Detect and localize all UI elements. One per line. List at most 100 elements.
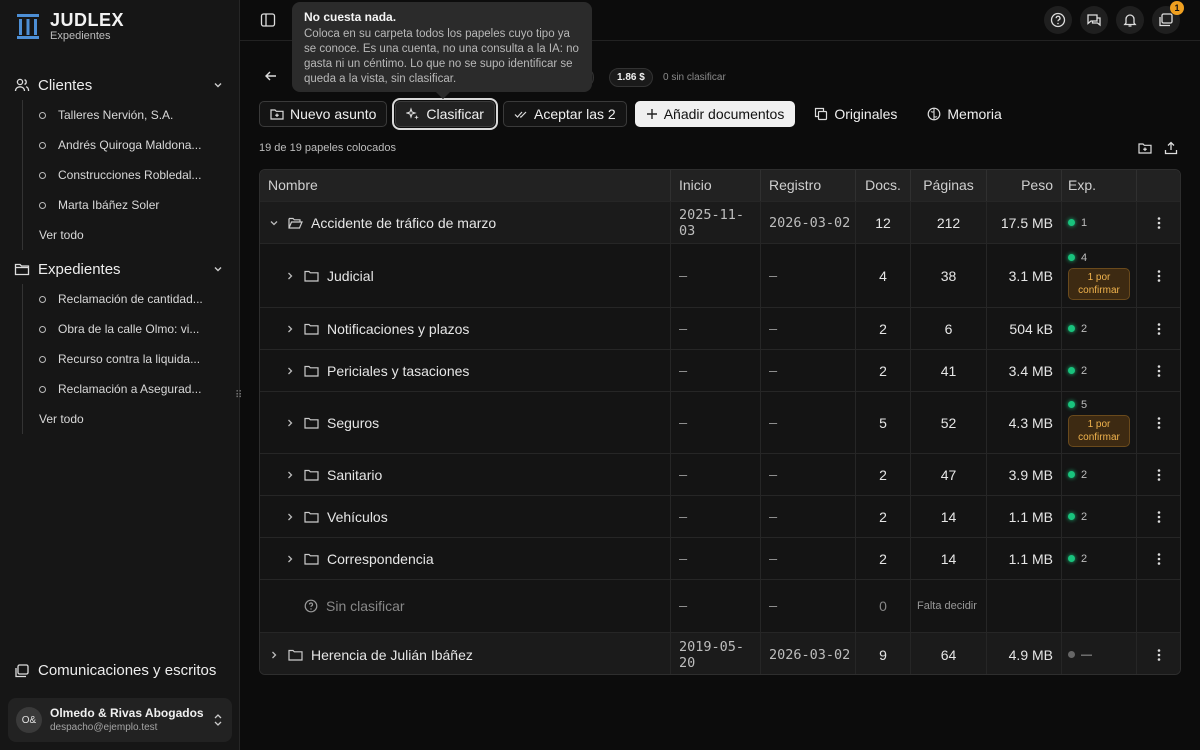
client-item[interactable]: Talleres Nervión, S.A. (23, 100, 201, 130)
user-name: Olmedo & Rivas Abogados (50, 706, 204, 720)
table-row[interactable]: Seguros — —5 52 4.3 MB 5 1 por confirmar (260, 391, 1180, 453)
exp-status: — (1068, 649, 1092, 661)
table-row[interactable]: Sanitario — —2 47 3.9 MB 2 (260, 453, 1180, 495)
folder-icon (304, 417, 319, 429)
pending-confirmation-badge[interactable]: 1 por confirmar (1068, 267, 1130, 300)
col-pages[interactable]: Páginas (911, 170, 987, 201)
sidebar-resize-handle[interactable]: ⠿ (235, 389, 243, 403)
nav-comms[interactable]: Comunicaciones y escritos (14, 662, 216, 679)
col-docs[interactable]: Docs. (856, 170, 911, 201)
row-menu-button[interactable] (1137, 454, 1180, 495)
accept-button[interactable]: Aceptar las 2 (502, 101, 627, 127)
client-item[interactable]: Andrés Quiroga Maldona... (23, 130, 201, 160)
name-cell[interactable]: Judicial (260, 244, 671, 307)
table-row[interactable]: Notificaciones y plazos — —2 6 504 kB 2 (260, 307, 1180, 349)
brand[interactable]: JUDLEX Expedientes (14, 10, 124, 42)
sidebar-toggle-icon[interactable] (260, 12, 276, 28)
table-row[interactable]: Periciales y tasaciones — —2 41 3.4 MB 2 (260, 349, 1180, 391)
more-vertical-icon[interactable] (1151, 467, 1167, 483)
table-row[interactable]: Vehículos — —2 14 1.1 MB 2 (260, 495, 1180, 537)
row-menu-button[interactable] (1137, 244, 1180, 307)
table-row[interactable]: Correspondencia — —2 14 1.1 MB 2 (260, 537, 1180, 579)
chevron-right-icon[interactable] (284, 270, 296, 282)
nav-clients[interactable]: Clientes (14, 71, 228, 99)
row-menu-button[interactable] (1137, 538, 1180, 579)
weight-cell: 4.3 MB (987, 392, 1062, 453)
messages-button[interactable] (1080, 6, 1108, 34)
pending-confirmation-badge[interactable]: 1 por confirmar (1068, 414, 1130, 447)
classify-button[interactable]: Clasificar (392, 98, 498, 130)
upload-icon[interactable] (1164, 141, 1178, 155)
chevron-right-icon[interactable] (284, 553, 296, 565)
case-item[interactable]: Recurso contra la liquida... (23, 344, 203, 374)
more-vertical-icon[interactable] (1151, 268, 1167, 284)
col-registry[interactable]: Registro (761, 170, 856, 201)
new-folder-icon[interactable] (1138, 141, 1152, 155)
name-cell[interactable]: Vehículos (260, 496, 671, 537)
case-item[interactable]: Reclamación a Asegurad... (23, 374, 203, 404)
user-email: despacho@ejemplo.test (50, 722, 158, 733)
chevron-right-icon[interactable] (284, 469, 296, 481)
name-cell[interactable]: Sanitario (260, 454, 671, 495)
chevron-right-icon[interactable] (284, 365, 296, 377)
back-arrow-icon[interactable] (264, 69, 278, 83)
chevron-down-icon[interactable] (212, 79, 224, 91)
user-switcher[interactable]: O& Olmedo & Rivas Abogados despacho@ejem… (8, 698, 232, 742)
help-button[interactable] (1044, 6, 1072, 34)
more-vertical-icon[interactable] (1151, 215, 1167, 231)
case-item[interactable]: Reclamación de cantidad... (23, 284, 203, 314)
clients-see-all[interactable]: Ver todo (23, 220, 201, 250)
col-name[interactable]: Nombre (260, 170, 671, 201)
more-vertical-icon[interactable] (1151, 509, 1167, 525)
case-item[interactable]: Obra de la calle Olmo: vi... (23, 314, 203, 344)
more-vertical-icon[interactable] (1151, 321, 1167, 337)
row-menu-button[interactable] (1137, 308, 1180, 349)
name-cell[interactable]: Correspondencia (260, 538, 671, 579)
new-case-button[interactable]: Nuevo asunto (259, 101, 388, 127)
name-cell[interactable]: Accidente de tráfico de marzo (260, 202, 671, 243)
originals-button[interactable]: Originales (803, 101, 908, 127)
more-vertical-icon[interactable] (1151, 415, 1167, 431)
name-cell[interactable]: Herencia de Julián Ibáñez (260, 633, 671, 674)
chevron-down-icon[interactable] (212, 263, 224, 275)
name-cell[interactable]: Periciales y tasaciones (260, 350, 671, 391)
table-row[interactable]: Accidente de tráfico de marzo 2025-11-03 2… (260, 201, 1180, 243)
more-vertical-icon[interactable] (1151, 551, 1167, 567)
tasks-button[interactable]: 1 (1152, 1, 1184, 34)
table-row[interactable]: Herencia de Julián Ibáñez 2019-05-20 2026-… (260, 632, 1180, 674)
chevron-right-icon[interactable] (268, 649, 280, 661)
row-menu-button[interactable] (1137, 392, 1180, 453)
notifications-button[interactable] (1116, 6, 1144, 34)
more-vertical-icon[interactable] (1151, 647, 1167, 663)
name-cell[interactable]: Sin clasificar (260, 580, 671, 632)
add-documents-button[interactable]: Añadir documentos (634, 101, 796, 127)
table-row[interactable]: Sin clasificar — —0 Falta decidir (260, 579, 1180, 632)
more-vertical-icon[interactable] (1151, 363, 1167, 379)
client-item[interactable]: Construcciones Robledal... (23, 160, 201, 190)
table-row[interactable]: Judicial — —4 38 3.1 MB 4 1 por confirmar (260, 243, 1180, 307)
nav-cases[interactable]: Expedientes (14, 255, 228, 283)
col-start[interactable]: Inicio (671, 170, 761, 201)
memory-button[interactable]: Memoria (916, 101, 1012, 127)
name-cell[interactable]: Seguros (260, 392, 671, 453)
registry-cell: — (761, 308, 856, 349)
registry-cell: — (761, 392, 856, 453)
row-menu-button[interactable] (1137, 496, 1180, 537)
cases-see-all[interactable]: Ver todo (23, 404, 203, 434)
row-menu-button[interactable] (1137, 202, 1180, 243)
client-item[interactable]: Marta Ibáñez Soler (23, 190, 201, 220)
chevron-down-icon[interactable] (268, 217, 280, 229)
chevron-right-icon[interactable] (284, 417, 296, 429)
col-exp[interactable]: Exp. (1062, 170, 1137, 201)
row-menu-button[interactable] (1137, 633, 1180, 674)
col-weight[interactable]: Peso (987, 170, 1062, 201)
sidebar: JUDLEX Expedientes Clientes Talleres Ner… (0, 0, 240, 750)
weight-cell: 3.4 MB (987, 350, 1062, 391)
bell-icon (1123, 14, 1137, 27)
row-menu-button[interactable] (1137, 350, 1180, 391)
chevron-right-icon[interactable] (284, 511, 296, 523)
classify-tooltip: No cuesta nada. Coloca en su carpeta tod… (292, 2, 592, 100)
row-name: Sin clasificar (326, 598, 405, 614)
name-cell[interactable]: Notificaciones y plazos (260, 308, 671, 349)
chevron-right-icon[interactable] (284, 323, 296, 335)
